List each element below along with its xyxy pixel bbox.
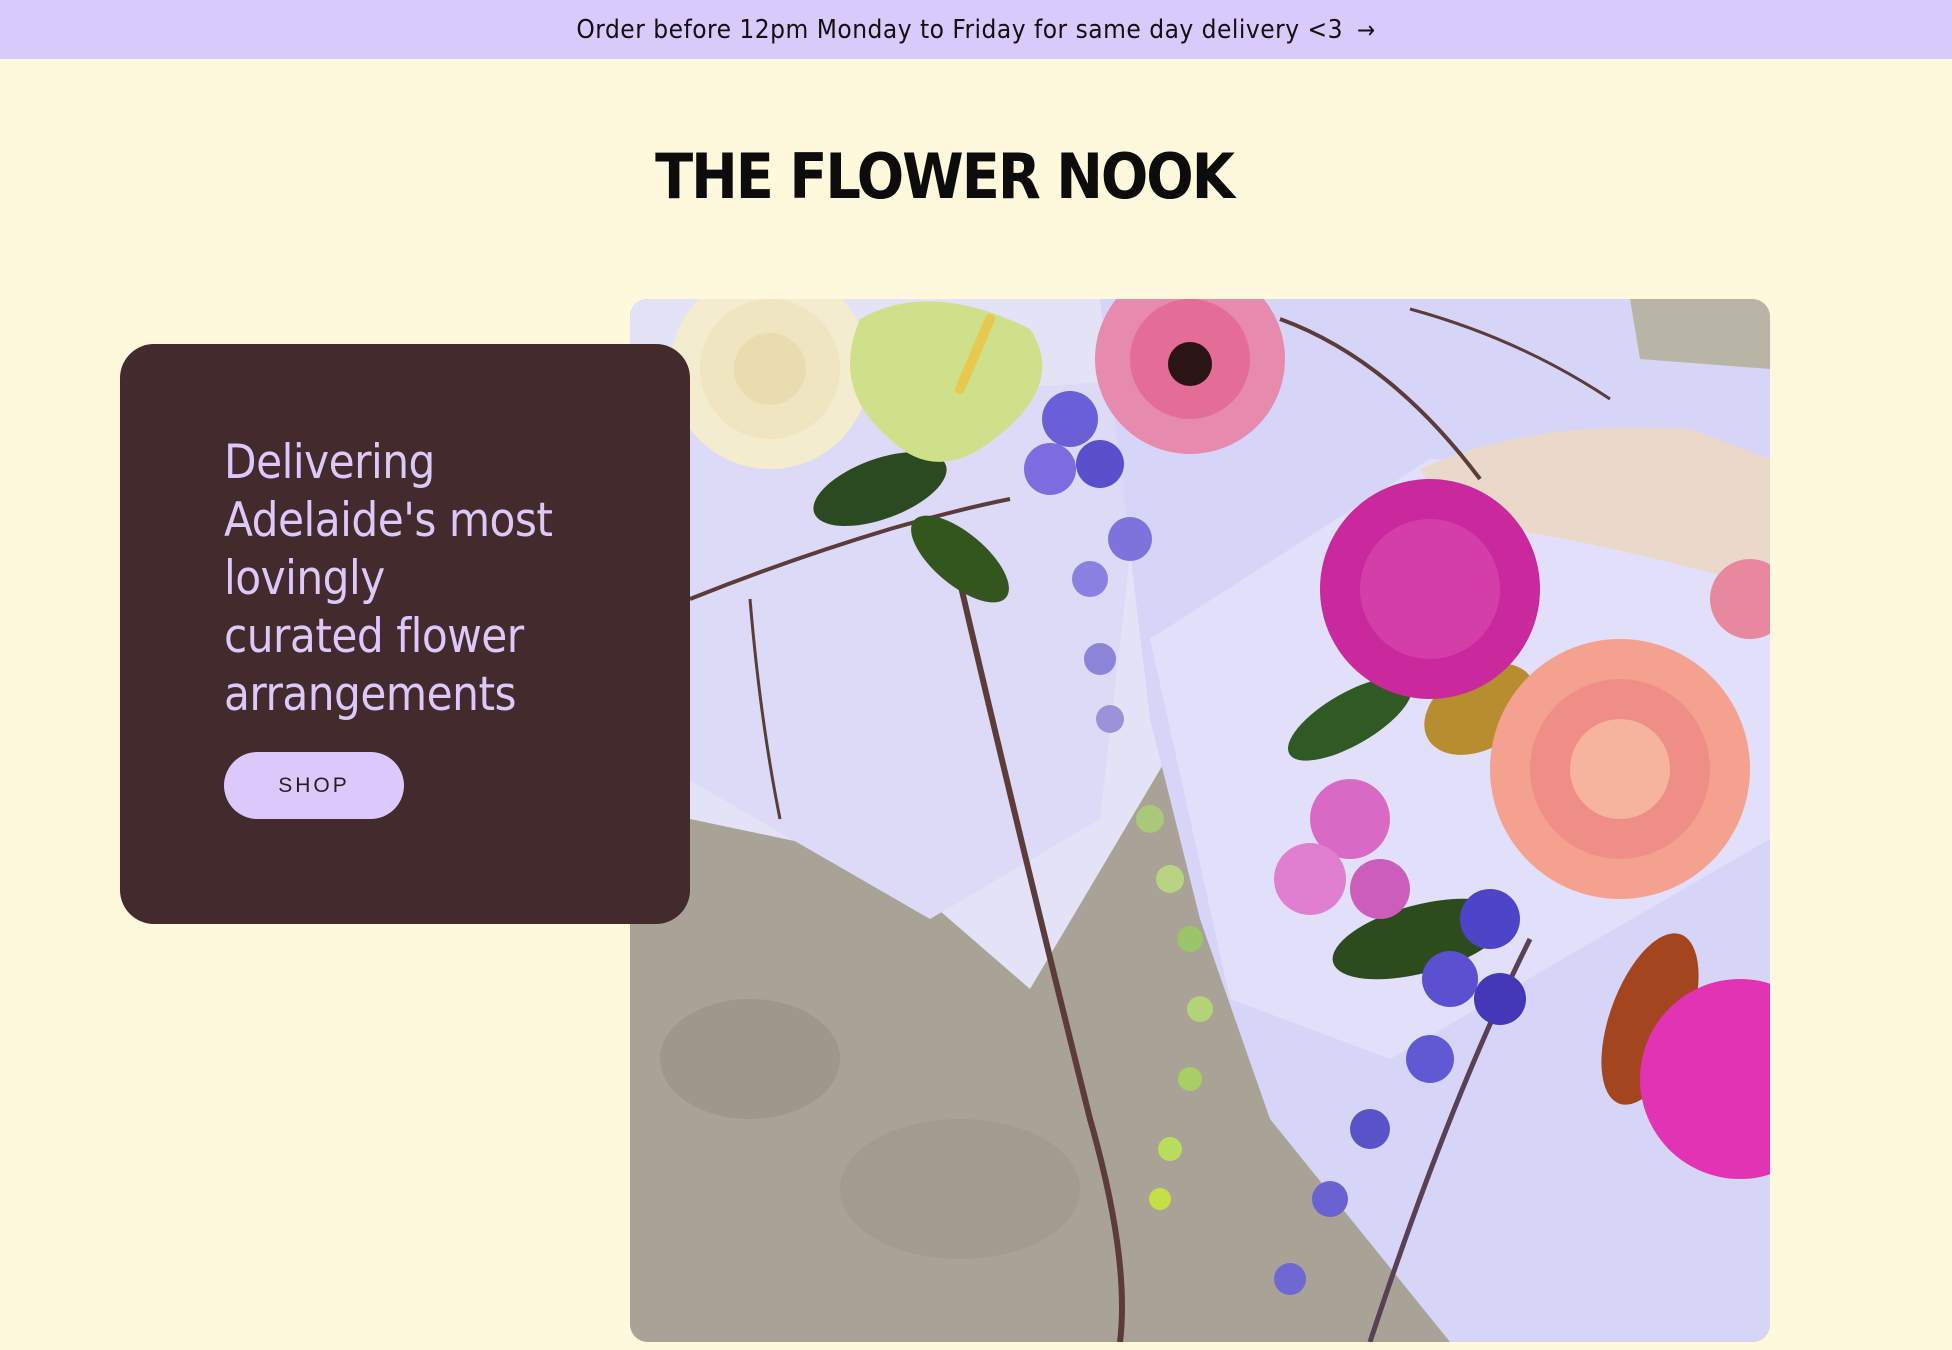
arrow-right-icon: →	[1357, 15, 1376, 44]
hero-card: Delivering Adelaide's most lovingly cura…	[120, 344, 690, 924]
announcement-text: Order before 12pm Monday to Friday for s…	[576, 14, 1344, 45]
hero-flower-bouquet-image	[630, 299, 1770, 1342]
hero-heading: Delivering Adelaide's most lovingly cura…	[224, 435, 553, 722]
shop-button[interactable]: SHOP	[224, 752, 404, 819]
announcement-bar[interactable]: Order before 12pm Monday to Friday for s…	[0, 0, 1952, 59]
site-logo[interactable]: THE FLOWER NOOK	[0, 140, 1888, 213]
